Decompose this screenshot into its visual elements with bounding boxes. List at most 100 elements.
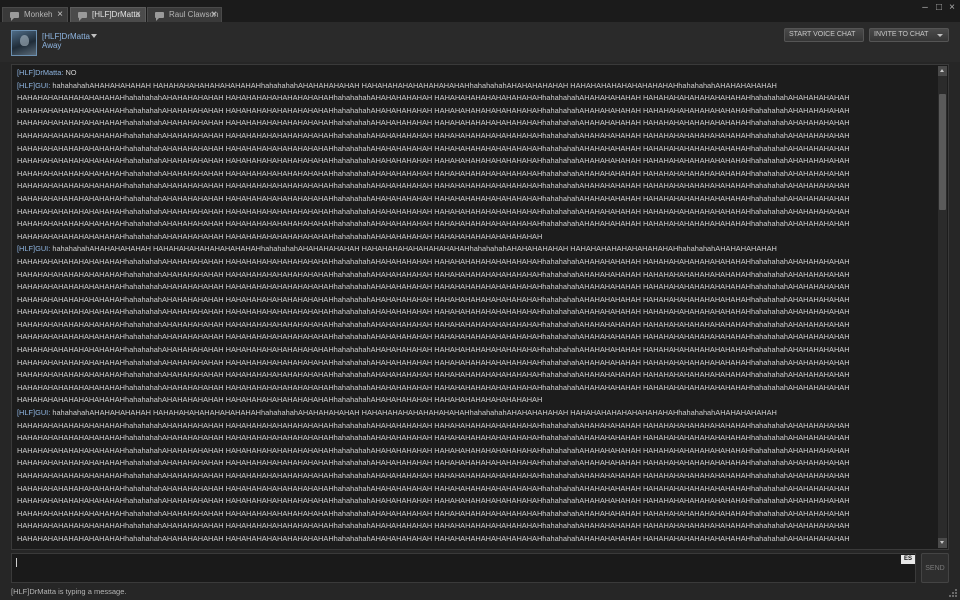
chat-line: HAHAHAHAHAHAHAHAHAHAHhahahahahAHAHAHAHAH… bbox=[17, 457, 937, 470]
chat-text: HAHAHAHAHAHAHAHAHAHAHhahahahahAHAHAHAHAH… bbox=[17, 370, 850, 380]
language-indicator[interactable]: ES bbox=[901, 555, 915, 564]
chat-line: HAHAHAHAHAHAHAHAHAHAHhahahahahAHAHAHAHAH… bbox=[17, 294, 937, 307]
chat-line: HAHAHAHAHAHAHAHAHAHAHhahahahahAHAHAHAHAH… bbox=[17, 420, 937, 433]
chat-line: HAHAHAHAHAHAHAHAHAHAHhahahahahAHAHAHAHAH… bbox=[17, 168, 937, 181]
chat-text: HAHAHAHAHAHAHAHAHAHAHhahahahahAHAHAHAHAH… bbox=[17, 433, 850, 443]
button-label: START VOICE CHAT bbox=[789, 31, 856, 38]
chat-line: HAHAHAHAHAHAHAHAHAHAHhahahahahAHAHAHAHAH… bbox=[17, 206, 937, 219]
chat-text: HAHAHAHAHAHAHAHAHAHAHhahahahahAHAHAHAHAH… bbox=[17, 496, 850, 506]
tab-label: [HLF]DrMatta bbox=[92, 10, 141, 19]
chat-text: HAHAHAHAHAHAHAHAHAHAHhahahahahAHAHAHAHAH… bbox=[17, 307, 850, 317]
tab-monkeh[interactable]: Monkeh × bbox=[2, 7, 68, 22]
close-icon[interactable]: × bbox=[57, 8, 63, 22]
scroll-down-icon[interactable] bbox=[938, 538, 947, 548]
chevron-down-icon bbox=[937, 34, 943, 37]
chat-text: HAHAHAHAHAHAHAHAHAHAHhahahahahAHAHAHAHAH… bbox=[17, 219, 850, 229]
chat-line: HAHAHAHAHAHAHAHAHAHAHhahahahahAHAHAHAHAH… bbox=[17, 130, 937, 143]
chat-text: NO bbox=[65, 68, 77, 77]
chat-line: HAHAHAHAHAHAHAHAHAHAHhahahahahAHAHAHAHAH… bbox=[17, 256, 937, 269]
chat-log[interactable]: [HLF]DrMatta: NO [HLF]GUI: hahahahahAHAHA… bbox=[11, 64, 949, 550]
chat-text: HAHAHAHAHAHAHAHAHAHAHhahahahahAHAHAHAHAH… bbox=[17, 256, 850, 266]
chat-text: HAHAHAHAHAHAHAHAHAHAHhahahahahAHAHAHAHAH… bbox=[17, 168, 850, 178]
chat-line: HAHAHAHAHAHAHAHAHAHAHhahahahahAHAHAHAHAH… bbox=[17, 344, 937, 357]
chat-bubble-icon bbox=[78, 12, 87, 21]
chat-line: HAHAHAHAHAHAHAHAHAHAHhahahahahAHAHAHAHAH… bbox=[17, 331, 937, 344]
chat-line: HAHAHAHAHAHAHAHAHAHAHhahahahahAHAHAHAHAH… bbox=[17, 483, 937, 496]
chat-line: HAHAHAHAHAHAHAHAHAHAHhahahahahAHAHAHAHAH… bbox=[17, 382, 937, 395]
chat-text: HAHAHAHAHAHAHAHAHAHAHhahahahahAHAHAHAHAH… bbox=[17, 471, 850, 480]
chat-line: HAHAHAHAHAHAHAHAHAHAHhahahahahAHAHAHAHAH… bbox=[17, 92, 937, 105]
chat-text: HAHAHAHAHAHAHAHAHAHAHhahahahahAHAHAHAHAH… bbox=[17, 458, 850, 468]
chat-sender: [HLF]DrMatta: bbox=[17, 68, 64, 77]
chat-line: HAHAHAHAHAHAHAHAHAHAHhahahahahAHAHAHAHAH… bbox=[17, 117, 937, 130]
text-caret bbox=[16, 558, 17, 567]
chat-line: HAHAHAHAHAHAHAHAHAHAHhahahahahAHAHAHAHAH… bbox=[17, 231, 937, 244]
friend-status: Away bbox=[42, 41, 62, 50]
chat-bubble-icon bbox=[155, 12, 164, 21]
close-window-icon[interactable]: × bbox=[947, 3, 957, 13]
chat-line: HAHAHAHAHAHAHAHAHAHAHhahahahahAHAHAHAHAH… bbox=[17, 193, 937, 206]
message-input[interactable] bbox=[11, 553, 916, 583]
chat-text: HAHAHAHAHAHAHAHAHAHAHhahahahahAHAHAHAHAH… bbox=[17, 521, 850, 531]
tab-hlf-drmatta[interactable]: [HLF]DrMatta × bbox=[70, 7, 146, 22]
scroll-thumb[interactable] bbox=[939, 94, 946, 210]
scroll-up-icon[interactable] bbox=[938, 66, 947, 76]
chat-line: HAHAHAHAHAHAHAHAHAHAHhahahahahAHAHAHAHAH… bbox=[17, 495, 937, 508]
chat-text: HAHAHAHAHAHAHAHAHAHAHhahahahahAHAHAHAHAH… bbox=[17, 269, 850, 279]
resize-grip-icon[interactable] bbox=[948, 588, 958, 598]
chat-line: HAHAHAHAHAHAHAHAHAHAHhahahahahAHAHAHAHAH… bbox=[17, 155, 937, 168]
chat-text: HAHAHAHAHAHAHAHAHAHAHhahahahahAHAHAHAHAH… bbox=[17, 156, 850, 166]
close-icon[interactable]: × bbox=[211, 8, 217, 22]
chat-text: HAHAHAHAHAHAHAHAHAHAHhahahahahAHAHAHAHAH… bbox=[17, 420, 850, 430]
chat-line: HAHAHAHAHAHAHAHAHAHAHhahahahahAHAHAHAHAH… bbox=[17, 470, 937, 483]
chat-line: HAHAHAHAHAHAHAHAHAHAHhahahahahAHAHAHAHAH… bbox=[17, 445, 937, 458]
send-button[interactable]: SEND bbox=[921, 553, 949, 583]
avatar[interactable] bbox=[11, 30, 37, 56]
maximize-icon[interactable]: □ bbox=[934, 3, 944, 13]
chat-line: [HLF]GUI: hahahahahAHAHAHAHAHAH HAHAHAHA… bbox=[17, 80, 937, 93]
scrollbar[interactable] bbox=[938, 66, 947, 548]
chat-sender: [HLF]GUI: bbox=[17, 408, 51, 418]
chat-line: HAHAHAHAHAHAHAHAHAHAHhahahahahAHAHAHAHAH… bbox=[17, 105, 937, 118]
chat-text: HAHAHAHAHAHAHAHAHAHAHhahahahahAHAHAHAHAH… bbox=[17, 319, 850, 329]
chat-line: HAHAHAHAHAHAHAHAHAHAHhahahahahAHAHAHAHAH… bbox=[17, 269, 937, 282]
chat-bubble-icon bbox=[10, 12, 19, 21]
chat-text: HAHAHAHAHAHAHAHAHAHAHhahahahahAHAHAHAHAH… bbox=[17, 345, 850, 355]
minimize-icon[interactable]: – bbox=[920, 3, 930, 13]
chat-sender: [HLF]GUI: bbox=[17, 244, 51, 254]
chat-text: HAHAHAHAHAHAHAHAHAHAHhahahahahAHAHAHAHAH… bbox=[17, 395, 543, 405]
chat-text: HAHAHAHAHAHAHAHAHAHAHhahahahahAHAHAHAHAH… bbox=[17, 332, 850, 342]
button-label: INVITE TO CHAT bbox=[874, 31, 929, 38]
tab-raul-clawson[interactable]: Raul Clawson × bbox=[147, 7, 222, 22]
chat-text: HAHAHAHAHAHAHAHAHAHAHhahahahahAHAHAHAHAH… bbox=[17, 282, 850, 292]
chat-line: HAHAHAHAHAHAHAHAHAHAHhahahahahAHAHAHAHAH… bbox=[17, 306, 937, 319]
chat-line: [HLF]GUI: hahahahahAHAHAHAHAHAH HAHAHAHA… bbox=[17, 243, 937, 256]
chat-text: HAHAHAHAHAHAHAHAHAHAHhahahahahAHAHAHAHAH… bbox=[17, 105, 850, 115]
chat-text: HAHAHAHAHAHAHAHAHAHAHhahahahahAHAHAHAHAH… bbox=[17, 231, 543, 241]
chevron-down-icon[interactable] bbox=[91, 34, 97, 38]
chat-text: HAHAHAHAHAHAHAHAHAHAHhahahahahAHAHAHAHAH… bbox=[17, 143, 850, 153]
chat-line: HAHAHAHAHAHAHAHAHAHAHhahahahahAHAHAHAHAH… bbox=[17, 180, 937, 193]
friend-name[interactable]: [HLF]DrMatta bbox=[42, 32, 90, 41]
chat-line: HAHAHAHAHAHAHAHAHAHAHhahahahahAHAHAHAHAH… bbox=[17, 319, 937, 332]
chat-line: HAHAHAHAHAHAHAHAHAHAHhahahahahAHAHAHAHAH… bbox=[17, 394, 937, 407]
chat-text: HAHAHAHAHAHAHAHAHAHAHhahahahahAHAHAHAHAH… bbox=[17, 130, 850, 140]
chat-text: HAHAHAHAHAHAHAHAHAHAHhahahahahAHAHAHAHAH… bbox=[17, 93, 850, 103]
invite-to-chat-button[interactable]: INVITE TO CHAT bbox=[869, 28, 949, 42]
chat-line: [HLF]DrMatta: NO bbox=[17, 67, 937, 80]
chat-line: HAHAHAHAHAHAHAHAHAHAHhahahahahAHAHAHAHAH… bbox=[17, 520, 937, 533]
close-icon[interactable]: × bbox=[135, 8, 141, 22]
chat-line: HAHAHAHAHAHAHAHAHAHAHhahahahahAHAHAHAHAH… bbox=[17, 369, 937, 382]
chat-text: HAHAHAHAHAHAHAHAHAHAHhahahahahAHAHAHAHAH… bbox=[17, 483, 850, 493]
typing-status: [HLF]DrMatta is typing a message. bbox=[11, 587, 127, 596]
tab-bar: Monkeh × [HLF]DrMatta × Raul Clawson × –… bbox=[0, 0, 960, 22]
start-voice-chat-button[interactable]: START VOICE CHAT bbox=[784, 28, 864, 42]
chat-line: HAHAHAHAHAHAHAHAHAHAHhahahahahAHAHAHAHAH… bbox=[17, 432, 937, 445]
chat-text: hahahahahAHAHAHAHAHAH HAHAHAHAHAHAHAHAHA… bbox=[52, 244, 777, 254]
chat-text: HAHAHAHAHAHAHAHAHAHAHhahahahahAHAHAHAHAH… bbox=[17, 445, 850, 455]
chat-text: HAHAHAHAHAHAHAHAHAHAHhahahahahAHAHAHAHAH… bbox=[17, 294, 850, 304]
chat-line: HAHAHAHAHAHAHAHAHAHAHhahahahahAHAHAHAHAH… bbox=[17, 533, 937, 546]
chat-text: HAHAHAHAHAHAHAHAHAHAHhahahahahAHAHAHAHAH… bbox=[17, 508, 850, 518]
chat-text: HAHAHAHAHAHAHAHAHAHAHhahahahahAHAHAHAHAH… bbox=[17, 533, 850, 543]
chat-header: [HLF]DrMatta Away START VOICE CHAT INVIT… bbox=[0, 22, 960, 62]
